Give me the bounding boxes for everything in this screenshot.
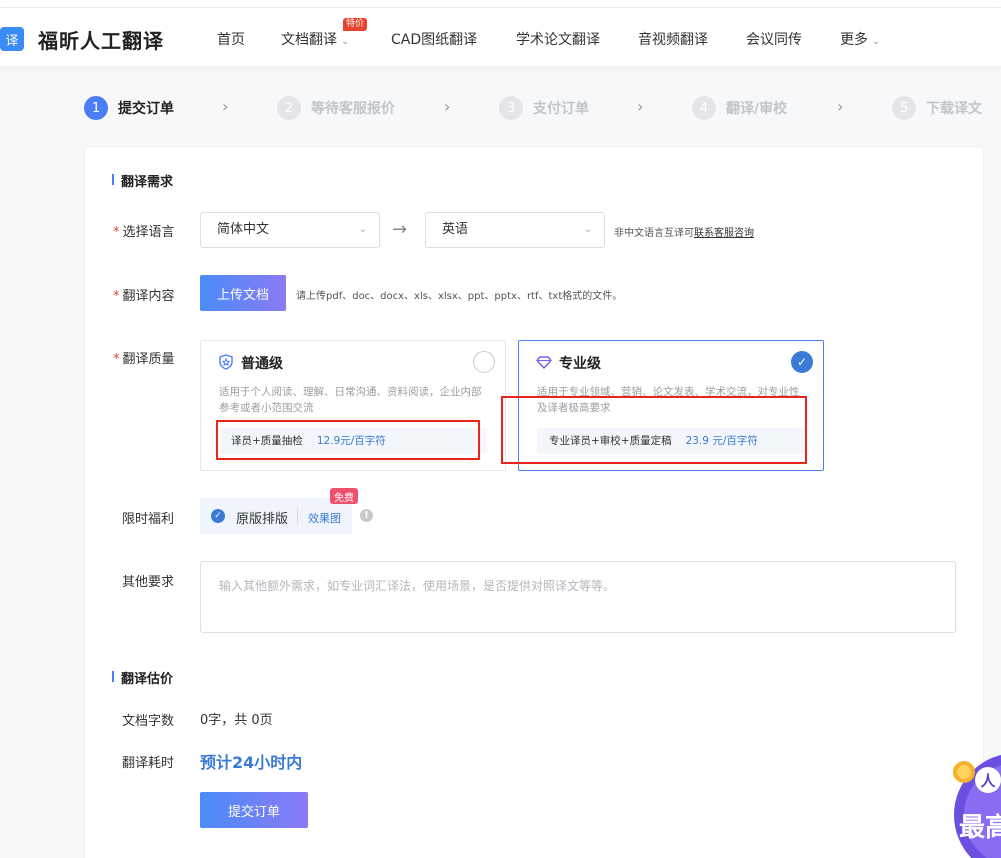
upload-hint: 请上传pdf、doc、docx、xls、xlsx、ppt、pptx、rtf、tx… bbox=[296, 291, 623, 302]
quality-title: 专业级 bbox=[559, 356, 601, 372]
divider bbox=[297, 508, 298, 524]
nav-more[interactable]: 更多 ⌄ bbox=[840, 29, 880, 49]
nav-home[interactable]: 首页 bbox=[217, 29, 245, 49]
time-value: 预计24小时内 bbox=[200, 753, 303, 772]
chevron-down-icon: ⌄ bbox=[341, 36, 350, 47]
benefit-option-label: 原版排版 bbox=[236, 512, 289, 527]
step-number: 3 bbox=[499, 96, 523, 120]
language-hint: 非中文语言互译可联系客服咨询 bbox=[614, 228, 754, 239]
step-number: 4 bbox=[692, 96, 716, 120]
step-label: 翻译/审校 bbox=[726, 101, 788, 117]
annotation-highlight-box bbox=[216, 420, 480, 460]
nav-av-translate[interactable]: 音视频翻译 bbox=[638, 29, 708, 49]
step-submit-order: 1 提交订单 bbox=[84, 96, 174, 120]
step-label: 下载译文 bbox=[926, 101, 982, 117]
chevron-right-icon: › bbox=[222, 97, 229, 116]
check-icon[interactable]: ✓ bbox=[791, 351, 813, 373]
step-label: 支付订单 bbox=[533, 101, 589, 117]
chevron-down-icon: ⌄ bbox=[358, 224, 367, 235]
step-pay-order: 3 支付订单 bbox=[499, 96, 589, 120]
step-label: 等待客服报价 bbox=[311, 101, 395, 117]
other-requirements-label: 其他要求 bbox=[122, 575, 175, 590]
browser-strip bbox=[0, 0, 1001, 8]
annotation-highlight-box bbox=[501, 396, 807, 464]
shield-star-icon bbox=[219, 354, 233, 370]
chevron-down-icon: ⌄ bbox=[872, 36, 881, 47]
diamond-icon bbox=[536, 356, 552, 370]
chevron-right-icon: › bbox=[444, 97, 451, 116]
time-label: 翻译耗时 bbox=[122, 756, 175, 771]
chevron-down-icon: ⌄ bbox=[583, 224, 592, 235]
word-count-value: 0字，共 0页 bbox=[200, 713, 273, 728]
content-label: * 翻译内容 bbox=[113, 289, 175, 304]
step-translate-review: 4 翻译/审校 bbox=[692, 96, 787, 120]
section-title-requirements: 翻译需求 bbox=[112, 171, 173, 190]
promo-text-1: 人 bbox=[975, 767, 1001, 793]
chevron-right-icon: › bbox=[837, 97, 844, 116]
nav-interpretation[interactable]: 会议同传 bbox=[746, 29, 802, 49]
benefit-option[interactable]: ✓ 原版排版 效果图 bbox=[200, 498, 352, 534]
site-header: 译 福昕人工翻译 首页 文档翻译 ⌄ 特价 CAD图纸翻译 学术论文翻译 音视频翻… bbox=[0, 8, 1001, 66]
language-label: * 选择语言 bbox=[113, 225, 175, 240]
free-badge: 免费 bbox=[330, 488, 358, 504]
nav-paper-translate[interactable]: 学术论文翻译 bbox=[516, 29, 600, 49]
preview-link[interactable]: 效果图 bbox=[308, 510, 341, 526]
benefit-label: 限时福利 bbox=[122, 512, 175, 527]
quality-title: 普通级 bbox=[241, 356, 283, 372]
submit-order-button[interactable]: 提交订单 bbox=[200, 792, 308, 828]
step-number: 2 bbox=[277, 96, 301, 120]
arrow-right-icon: → bbox=[392, 219, 408, 240]
nav-cad-translate[interactable]: CAD图纸翻译 bbox=[391, 29, 477, 49]
quality-label: * 翻译质量 bbox=[113, 352, 175, 367]
step-label: 提交订单 bbox=[118, 101, 174, 117]
chevron-right-icon: › bbox=[637, 97, 644, 116]
word-count-label: 文档字数 bbox=[122, 714, 175, 729]
contact-support-link[interactable]: 联系客服咨询 bbox=[694, 228, 754, 239]
step-number: 5 bbox=[892, 96, 916, 120]
promo-text-2: 最高 bbox=[959, 813, 1001, 843]
radio-unchecked[interactable] bbox=[473, 351, 495, 373]
step-number: 1 bbox=[84, 96, 108, 120]
logo-icon[interactable]: 译 bbox=[0, 27, 24, 51]
section-title-estimate: 翻译估价 bbox=[112, 668, 173, 687]
target-language-select[interactable]: 英语 ⌄ bbox=[425, 212, 605, 248]
info-icon[interactable]: ! bbox=[360, 509, 373, 522]
other-requirements-textarea[interactable]: 输入其他额外需求，如专业词汇译法，使用场景，是否提供对照译文等等。 bbox=[200, 561, 956, 633]
step-download: 5 下载译文 bbox=[892, 96, 982, 120]
quality-description: 适用于个人阅读、理解、日常沟通、资料阅读，企业内部参考或者小范围交流 bbox=[219, 386, 482, 414]
source-language-select[interactable]: 简体中文 ⌄ bbox=[200, 212, 380, 248]
nav-doc-translate[interactable]: 文档翻译 ⌄ bbox=[281, 29, 349, 49]
check-icon: ✓ bbox=[211, 509, 225, 523]
special-price-badge: 特价 bbox=[343, 18, 368, 31]
step-await-quote: 2 等待客服报价 bbox=[277, 96, 395, 120]
brand-name[interactable]: 福昕人工翻译 bbox=[38, 25, 164, 54]
upload-document-button[interactable]: 上传文档 bbox=[200, 275, 286, 311]
